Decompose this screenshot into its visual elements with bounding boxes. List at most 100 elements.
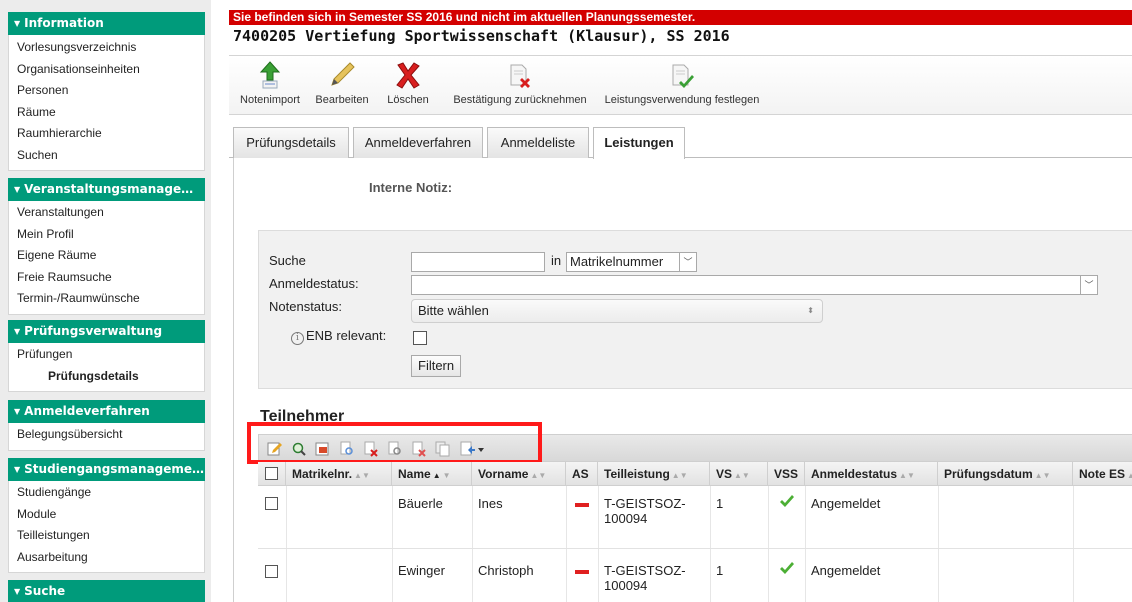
col-header-vorname[interactable]: Vorname ▲▼ (472, 462, 566, 486)
cell-anmeldestatus: Angemeldet (811, 496, 881, 511)
bestaetigung-label: Bestätigung zurücknehmen (453, 94, 587, 106)
col-header-teilleistung[interactable]: Teilleistung ▲▼ (598, 462, 710, 486)
nav-header-label: Suche (24, 584, 66, 598)
tab-leistungen[interactable]: Leistungen (593, 127, 685, 159)
nav-header-suche[interactable]: ▼ Suche (8, 580, 205, 602)
sort-asc-icon: ▲ (432, 471, 441, 480)
nav-header-pruefungsverwaltung[interactable]: ▼ Prüfungsverwaltung (8, 320, 205, 343)
nav-section-suche: ▼ Suche (8, 580, 205, 602)
cell-vorname: Christoph (478, 563, 534, 578)
sidebar-item-vorlesungsverzeichnis[interactable]: Vorlesungsverzeichnis (9, 37, 204, 59)
sidebar-item-pruefungen[interactable]: Prüfungen (9, 344, 204, 366)
search-input[interactable] (411, 252, 545, 272)
upload-icon (259, 61, 281, 92)
sort-icon: ▼ (442, 471, 451, 480)
loeschen-label: Löschen (387, 94, 429, 106)
cell-pruefungsdatum (938, 559, 950, 567)
col-header-label: Note ES (1079, 467, 1126, 481)
col-header-label: Teilleistung (604, 467, 670, 481)
tab-pruefungsdetails[interactable]: Prüfungsdetails (233, 127, 349, 158)
cell-vorname: Ines (478, 496, 503, 511)
chevron-down-icon: ﹀ (679, 253, 696, 271)
col-header-label: Anmeldestatus (811, 467, 898, 481)
pencil-icon (328, 61, 356, 92)
nav-header-label: Veranstaltungsmanageme... (24, 182, 205, 196)
sort-icon: ▲▼ (1034, 471, 1051, 480)
tab-anmeldeliste[interactable]: Anmeldeliste (487, 127, 589, 158)
select-all-checkbox[interactable] (265, 467, 278, 480)
sidebar-item-organisationseinheiten[interactable]: Organisationseinheiten (9, 59, 204, 81)
col-header-anmeldestatus[interactable]: Anmeldestatus ▲▼ (805, 462, 938, 486)
notenstatus-value: Bitte wählen (418, 303, 489, 318)
suche-label: Suche (269, 253, 306, 268)
in-label: in (551, 253, 562, 268)
row-checkbox[interactable] (265, 565, 278, 578)
sidebar-item-studiengaenge[interactable]: Studiengänge (9, 482, 204, 504)
checkmark-icon (779, 495, 795, 512)
sidebar-item-module[interactable]: Module (9, 504, 204, 526)
sidebar-item-pruefungsdetails[interactable]: Prüfungsdetails (9, 366, 204, 388)
caret-down-icon: ▼ (14, 465, 21, 474)
filter-button[interactable]: Filtern (411, 355, 462, 377)
nav-header-information[interactable]: ▼ Information (8, 12, 205, 35)
col-header-vs[interactable]: VS ▲▼ (710, 462, 768, 486)
column-divider (1073, 486, 1074, 602)
bearbeiten-button[interactable]: Bearbeiten (311, 60, 373, 106)
tab-bar: Prüfungsdetails Anmeldeverfahren Anmelde… (229, 127, 1132, 159)
notenimport-button[interactable]: Notenimport (239, 60, 301, 106)
main-content: Sie befinden sich in Semester SS 2016 un… (229, 0, 1132, 602)
col-header-as[interactable]: AS (566, 462, 598, 486)
col-header-label: AS (572, 467, 589, 481)
col-header-name[interactable]: Name ▲ ▼ (392, 462, 472, 486)
nav-header-label: Prüfungsverwaltung (24, 324, 163, 338)
sidebar-item-raumhierarchie[interactable]: Raumhierarchie (9, 123, 204, 145)
leistungsverwendung-festlegen-button[interactable]: Leistungsverwendung festlegen (603, 60, 761, 106)
document-check-icon (669, 61, 695, 92)
sidebar-item-freie-raumsuche[interactable]: Freie Raumsuche (9, 267, 204, 289)
col-header-vss[interactable]: VSS (768, 462, 805, 486)
nav-header-veranstaltungsmanagement[interactable]: ▼ Veranstaltungsmanageme... (8, 178, 205, 201)
sidebar-item-eigene-raeume[interactable]: Eigene Räume (9, 245, 204, 267)
delete-x-icon (395, 61, 421, 92)
sidebar-item-raeume[interactable]: Räume (9, 102, 204, 124)
minus-status-icon (575, 570, 589, 574)
updown-arrow-icon: ⬍ (807, 306, 814, 315)
bestaetigung-zuruecknehmen-button[interactable]: Bestätigung zurücknehmen (453, 60, 587, 106)
anmeldestatus-label: Anmeldestatus: (269, 276, 359, 291)
checkmark-icon (779, 562, 795, 579)
notenstatus-select[interactable]: Bitte wählen ⬍ (411, 299, 823, 323)
nav-section-anmeldeverfahren: ▼ Anmeldeverfahren Belegungsübersicht (8, 400, 205, 451)
sidebar-item-termin-raumwuensche[interactable]: Termin-/Raumwünsche (9, 288, 204, 310)
sort-icon: ▲▼ (671, 471, 688, 480)
sidebar-item-ausarbeitung[interactable]: Ausarbeitung (9, 547, 204, 569)
notenimport-label: Notenimport (240, 94, 300, 106)
info-icon[interactable]: i (291, 332, 304, 345)
sidebar-item-veranstaltungen[interactable]: Veranstaltungen (9, 202, 204, 224)
sort-icon: ▲ (1127, 471, 1132, 480)
sidebar-item-belegungsuebersicht[interactable]: Belegungsübersicht (9, 424, 204, 446)
nav-section-studiengangsmanagement: ▼ Studiengangsmanagement Studiengänge Mod… (8, 458, 205, 573)
nav-header-studiengangsmanagement[interactable]: ▼ Studiengangsmanagement (8, 458, 205, 481)
enb-relevant-label: i ENB relevant: (291, 328, 386, 345)
loeschen-button[interactable]: Löschen (381, 60, 435, 106)
nav-header-label: Studiengangsmanagement (24, 462, 205, 476)
sidebar-item-mein-profil[interactable]: Mein Profil (9, 224, 204, 246)
sidebar-item-suchen[interactable]: Suchen (9, 145, 204, 167)
participants-table: Matrikelnr. ▲▼ Name ▲ ▼ Vorname ▲▼ AS Teille… (258, 462, 1132, 602)
nav-header-anmeldeverfahren[interactable]: ▼ Anmeldeverfahren (8, 400, 205, 423)
leistungen-panel: Interne Notiz: Suche in Matrikelnummer ﹀… (233, 158, 1132, 602)
enb-relevant-checkbox[interactable] (413, 331, 427, 345)
tab-anmeldeverfahren[interactable]: Anmeldeverfahren (353, 127, 483, 158)
row-checkbox[interactable] (265, 497, 278, 510)
caret-down-icon: ▼ (14, 407, 21, 416)
cell-anmeldestatus: Angemeldet (811, 563, 881, 578)
sidebar-item-personen[interactable]: Personen (9, 80, 204, 102)
sidebar-item-teilleistungen[interactable]: Teilleistungen (9, 525, 204, 547)
interne-notiz-label: Interne Notiz: (369, 180, 453, 195)
col-header-pruefungsdatum[interactable]: Prüfungsdatum ▲▼ (938, 462, 1073, 486)
enb-relevant-text: ENB relevant: (306, 328, 387, 343)
search-field-select[interactable]: Matrikelnummer ﹀ (566, 252, 697, 272)
col-header-note-es[interactable]: Note ES▲ (1073, 462, 1132, 486)
anmeldestatus-select[interactable]: ﹀ (411, 275, 1098, 295)
col-header-matrikelnr[interactable]: Matrikelnr. ▲▼ (286, 462, 392, 486)
